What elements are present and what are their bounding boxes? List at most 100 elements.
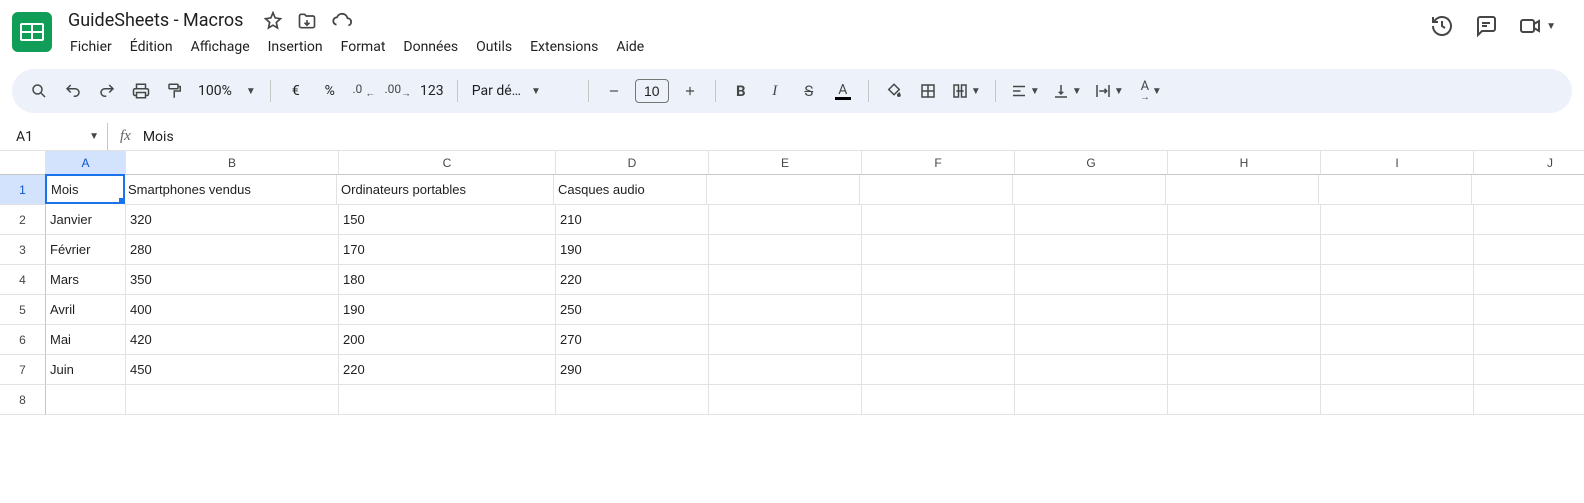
cell[interactable] bbox=[556, 385, 709, 415]
cell[interactable] bbox=[709, 235, 862, 265]
cell[interactable] bbox=[709, 295, 862, 325]
cell[interactable] bbox=[862, 325, 1015, 355]
column-header-J[interactable]: J bbox=[1474, 151, 1584, 175]
cell[interactable] bbox=[1474, 325, 1584, 355]
comment-icon[interactable] bbox=[1474, 14, 1498, 38]
cell[interactable] bbox=[1015, 235, 1168, 265]
row-header-5[interactable]: 5 bbox=[0, 295, 46, 325]
row-header-4[interactable]: 4 bbox=[0, 265, 46, 295]
cell[interactable]: Février bbox=[46, 235, 126, 265]
cloud-status-icon[interactable] bbox=[331, 10, 353, 32]
cell[interactable]: 190 bbox=[556, 235, 709, 265]
cell[interactable]: 190 bbox=[339, 295, 556, 325]
merge-cells-button[interactable]: ▼ bbox=[947, 76, 985, 106]
menu-insertion[interactable]: Insertion bbox=[260, 35, 331, 59]
cell[interactable] bbox=[1321, 325, 1474, 355]
cell[interactable]: 170 bbox=[339, 235, 556, 265]
cell[interactable] bbox=[862, 265, 1015, 295]
cell[interactable]: 420 bbox=[126, 325, 339, 355]
cell[interactable] bbox=[707, 175, 860, 205]
menu-affichage[interactable]: Affichage bbox=[183, 35, 258, 59]
undo-button[interactable] bbox=[58, 76, 88, 106]
menu-format[interactable]: Format bbox=[333, 35, 394, 59]
strikethrough-button[interactable]: S bbox=[794, 76, 824, 106]
cell[interactable] bbox=[1168, 385, 1321, 415]
cell[interactable] bbox=[862, 235, 1015, 265]
borders-button[interactable] bbox=[913, 76, 943, 106]
italic-button[interactable]: I bbox=[760, 76, 790, 106]
text-wrap-button[interactable]: ▼ bbox=[1090, 76, 1128, 106]
row-header-2[interactable]: 2 bbox=[0, 205, 46, 235]
star-icon[interactable] bbox=[263, 11, 283, 31]
column-header-B[interactable]: B bbox=[126, 151, 339, 175]
font-size-input[interactable] bbox=[635, 79, 669, 103]
cell[interactable] bbox=[1166, 175, 1319, 205]
column-header-I[interactable]: I bbox=[1321, 151, 1474, 175]
row-header-7[interactable]: 7 bbox=[0, 355, 46, 385]
history-icon[interactable] bbox=[1430, 14, 1454, 38]
cell[interactable] bbox=[1168, 355, 1321, 385]
cell[interactable] bbox=[709, 385, 862, 415]
cell[interactable] bbox=[862, 355, 1015, 385]
cell[interactable]: 350 bbox=[126, 265, 339, 295]
menu-outils[interactable]: Outils bbox=[468, 35, 520, 59]
cell[interactable]: Juin bbox=[46, 355, 126, 385]
vertical-align-button[interactable]: ▼ bbox=[1048, 76, 1086, 106]
cell[interactable]: Mai bbox=[46, 325, 126, 355]
cell[interactable] bbox=[1168, 205, 1321, 235]
cell[interactable]: Smartphones vendus bbox=[124, 175, 337, 205]
search-button[interactable] bbox=[24, 76, 54, 106]
cell[interactable] bbox=[46, 385, 126, 415]
text-rotation-button[interactable]: A→▼ bbox=[1132, 76, 1170, 106]
redo-button[interactable] bbox=[92, 76, 122, 106]
cell[interactable] bbox=[1321, 295, 1474, 325]
cell[interactable]: Avril bbox=[46, 295, 126, 325]
document-title[interactable]: GuideSheets - Macros bbox=[62, 8, 249, 33]
cell[interactable]: 150 bbox=[339, 205, 556, 235]
cell[interactable] bbox=[1474, 265, 1584, 295]
menu-donnees[interactable]: Données bbox=[395, 35, 466, 59]
increase-decimal-button[interactable]: .00→ bbox=[383, 76, 413, 106]
cell[interactable]: 220 bbox=[339, 355, 556, 385]
cell[interactable] bbox=[126, 385, 339, 415]
cell[interactable] bbox=[1168, 235, 1321, 265]
cell[interactable] bbox=[709, 355, 862, 385]
column-header-A[interactable]: A bbox=[46, 151, 126, 175]
select-all-corner[interactable] bbox=[0, 151, 46, 175]
move-icon[interactable] bbox=[297, 11, 317, 31]
cell[interactable]: 270 bbox=[556, 325, 709, 355]
cell[interactable] bbox=[1321, 355, 1474, 385]
cell[interactable] bbox=[1474, 205, 1584, 235]
column-header-E[interactable]: E bbox=[709, 151, 862, 175]
cell[interactable] bbox=[1474, 235, 1584, 265]
horizontal-align-button[interactable]: ▼ bbox=[1006, 76, 1044, 106]
cell[interactable]: 280 bbox=[126, 235, 339, 265]
cell[interactable] bbox=[1321, 235, 1474, 265]
currency-button[interactable]: € bbox=[281, 76, 311, 106]
cell[interactable]: 200 bbox=[339, 325, 556, 355]
cell[interactable] bbox=[1015, 265, 1168, 295]
cell[interactable] bbox=[1321, 205, 1474, 235]
print-button[interactable] bbox=[126, 76, 156, 106]
column-header-H[interactable]: H bbox=[1168, 151, 1321, 175]
cell[interactable] bbox=[1321, 265, 1474, 295]
cell[interactable] bbox=[862, 205, 1015, 235]
cell[interactable] bbox=[862, 385, 1015, 415]
cell[interactable] bbox=[1168, 295, 1321, 325]
menu-fichier[interactable]: Fichier bbox=[62, 35, 120, 59]
increase-font-button[interactable] bbox=[675, 76, 705, 106]
name-box[interactable]: A1 ▼ bbox=[8, 123, 108, 150]
cell[interactable]: 220 bbox=[556, 265, 709, 295]
fill-color-button[interactable] bbox=[879, 76, 909, 106]
cell[interactable]: 400 bbox=[126, 295, 339, 325]
cell[interactable] bbox=[1321, 385, 1474, 415]
cell[interactable] bbox=[1013, 175, 1166, 205]
cell[interactable] bbox=[1015, 205, 1168, 235]
cell[interactable] bbox=[1474, 295, 1584, 325]
column-header-F[interactable]: F bbox=[862, 151, 1015, 175]
cell[interactable] bbox=[1168, 325, 1321, 355]
cell[interactable]: Ordinateurs portables bbox=[337, 175, 554, 205]
font-family-select[interactable]: Par dé… ▼ bbox=[468, 83, 578, 99]
number-format-button[interactable]: 123 bbox=[417, 76, 447, 106]
cell[interactable]: 450 bbox=[126, 355, 339, 385]
